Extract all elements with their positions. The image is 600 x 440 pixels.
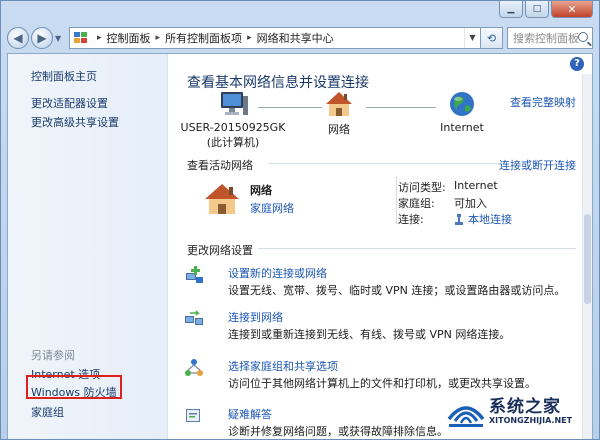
- scroll-thumb[interactable]: [584, 214, 591, 304]
- local-connection-link[interactable]: 本地连接: [468, 211, 512, 227]
- minimize-button[interactable]: ▁: [499, 1, 523, 18]
- sidebar: 控制面板主页 更改适配器设置 更改高级共享设置 另请参阅 Internet 选项…: [8, 54, 168, 439]
- control-panel-icon: [74, 32, 87, 43]
- task-title[interactable]: 疑难解答: [228, 406, 272, 422]
- watermark-title: 系统之家: [489, 397, 561, 417]
- sidebar-item-home[interactable]: 控制面板主页: [31, 68, 97, 84]
- task-setup-connection[interactable]: 设置新的连接或网络 设置无线、宽带、拨号、临时或 VPN 连接；或设置路由器或访…: [184, 265, 584, 305]
- forward-button[interactable]: ▶: [31, 27, 53, 49]
- sidebar-item-adapter-settings[interactable]: 更改适配器设置: [31, 95, 108, 111]
- map-node-internet[interactable]: Internet: [422, 90, 502, 134]
- connection-label: 连接:: [398, 213, 424, 226]
- caption-buttons: ▁ □ ✕: [499, 1, 593, 18]
- connect-network-icon: [185, 310, 203, 325]
- site-watermark: 系统之家 XITONGZHIJIA.NET: [445, 389, 597, 437]
- help-icon[interactable]: ?: [570, 57, 584, 71]
- breadcrumb-control-panel[interactable]: 控制面板: [107, 30, 151, 46]
- task-title[interactable]: 设置新的连接或网络: [228, 265, 327, 281]
- minimize-icon: ▁: [507, 4, 515, 14]
- section-divider: [258, 248, 576, 249]
- close-icon: ✕: [567, 2, 577, 16]
- page-title: 查看基本网络信息并设置连接: [187, 75, 369, 91]
- watermark-logo-icon: [447, 406, 485, 427]
- main-panel: ? 查看基本网络信息并设置连接 查看完整映射 USER-20150925GK (…: [168, 54, 592, 439]
- access-type-label: 访问类型:: [398, 181, 446, 194]
- map-node-network[interactable]: 网络: [314, 90, 364, 137]
- home-network-icon: [326, 92, 352, 116]
- breadcrumb-separator[interactable]: ▸: [156, 33, 161, 43]
- map-node-computer[interactable]: USER-20150925GK (此计算机): [178, 90, 288, 150]
- maximize-icon: □: [532, 4, 542, 14]
- address-dropdown[interactable]: ▼: [464, 28, 480, 48]
- task-title[interactable]: 选择家庭组和共享选项: [228, 358, 338, 374]
- breadcrumb-network-center[interactable]: 网络和共享中心: [257, 30, 334, 46]
- close-button[interactable]: ✕: [551, 1, 593, 18]
- section-divider: [268, 163, 502, 164]
- homegroup-join-link[interactable]: 可加入: [454, 195, 487, 211]
- task-description: 连接到或重新连接到无线、有线、拨号或 VPN 网络连接。: [228, 328, 511, 341]
- map-internet-label: Internet: [440, 121, 484, 134]
- task-description: 诊断并修复网络问题，或获得故障排除信息。: [228, 425, 448, 438]
- troubleshoot-icon: [186, 409, 200, 422]
- breadcrumb-separator[interactable]: ▸: [97, 33, 102, 43]
- address-bar[interactable]: ▸ 控制面板 ▸ 所有控制面板项 ▸ 网络和共享中心 ▼: [69, 27, 481, 49]
- breadcrumb-all-items[interactable]: 所有控制面板项: [165, 30, 242, 46]
- view-full-map-link[interactable]: 查看完整映射: [510, 94, 576, 110]
- recent-pages-dropdown[interactable]: ▼: [55, 34, 65, 43]
- breadcrumb-separator[interactable]: ▸: [247, 33, 252, 43]
- computer-icon: [221, 92, 248, 115]
- refresh-icon: ⟲: [486, 31, 497, 45]
- connection-value: 本地连接: [454, 211, 512, 227]
- sidebar-item-windows-firewall[interactable]: Windows 防火墙: [31, 384, 117, 400]
- search-placeholder: 搜索控制面板: [513, 32, 579, 45]
- sidebar-item-homegroup[interactable]: 家庭组: [31, 404, 64, 420]
- computer-subtitle: (此计算机): [206, 136, 260, 149]
- active-networks-heading: 查看活动网络: [187, 159, 253, 172]
- change-settings-heading: 更改网络设置: [187, 244, 253, 257]
- active-network-name: 网络: [250, 184, 272, 197]
- forward-arrow-icon: ▶: [37, 31, 47, 45]
- new-connection-icon: [186, 266, 203, 283]
- task-title[interactable]: 连接到网络: [228, 309, 283, 325]
- homegroup-icon: [185, 359, 203, 376]
- task-connect-network[interactable]: 连接到网络 连接到或重新连接到无线、有线、拨号或 VPN 网络连接。: [184, 309, 584, 349]
- network-type-link[interactable]: 家庭网络: [250, 200, 294, 216]
- home-network-icon: [205, 184, 239, 214]
- content-area: 控制面板主页 更改适配器设置 更改高级共享设置 另请参阅 Internet 选项…: [7, 53, 593, 439]
- globe-icon: [450, 92, 474, 116]
- watermark-url: XITONGZHIJIA.NET: [489, 416, 573, 425]
- refresh-button[interactable]: ⟲: [481, 27, 503, 49]
- back-button[interactable]: ◀: [7, 27, 29, 49]
- task-description: 设置无线、宽带、拨号、临时或 VPN 连接；或设置路由器或访问点。: [228, 284, 566, 297]
- map-connector: [258, 107, 322, 108]
- back-arrow-icon: ◀: [13, 31, 23, 45]
- map-network-label: 网络: [328, 123, 350, 136]
- connect-disconnect-link[interactable]: 连接或断开连接: [499, 157, 576, 173]
- homegroup-label: 家庭组:: [398, 197, 435, 210]
- navigation-bar: ◀ ▶ ▼ ▸ 控制面板 ▸ 所有控制面板项 ▸ 网络和共享中心 ▼ ⟲ 搜索控…: [7, 25, 593, 51]
- computer-name: USER-20150925GK: [180, 121, 286, 134]
- access-type-value: Internet: [454, 179, 498, 192]
- see-also-heading: 另请参阅: [31, 349, 75, 362]
- vertical-divider: [396, 176, 397, 224]
- ethernet-icon: [455, 213, 463, 225]
- maximize-button[interactable]: □: [525, 1, 549, 18]
- control-panel-window: ▁ □ ✕ ◀ ▶ ▼ ▸ 控制面板 ▸ 所有控制面板项 ▸ 网络和共享中心 ▼…: [0, 0, 600, 440]
- search-icon: [578, 32, 588, 42]
- sidebar-item-advanced-sharing[interactable]: 更改高级共享设置: [31, 114, 119, 130]
- search-input[interactable]: 搜索控制面板: [507, 27, 593, 49]
